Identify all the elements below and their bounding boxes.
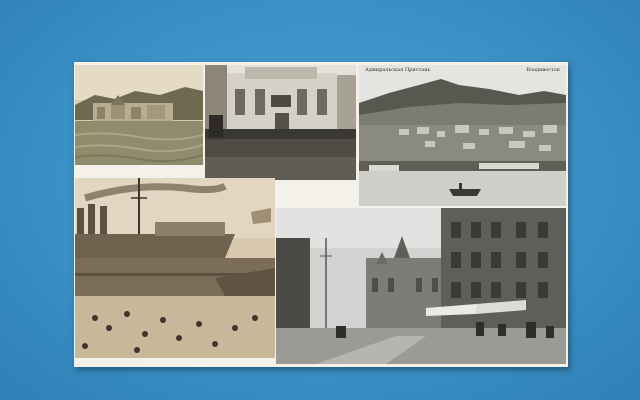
photo-street-buildings: [276, 208, 566, 364]
photo-harbor-palace: [75, 65, 203, 165]
photo-warship-pier: [75, 178, 275, 358]
panorama-caption-right: Владивосток: [526, 67, 560, 73]
photo-theater-building: [205, 65, 356, 180]
panorama-caption-left: Адмиральская Пристань: [365, 67, 431, 73]
postcard-collage: Адмиральская Пристань Владивосток: [74, 62, 568, 367]
photo-bay-panorama: Адмиральская Пристань Владивосток: [359, 65, 566, 206]
